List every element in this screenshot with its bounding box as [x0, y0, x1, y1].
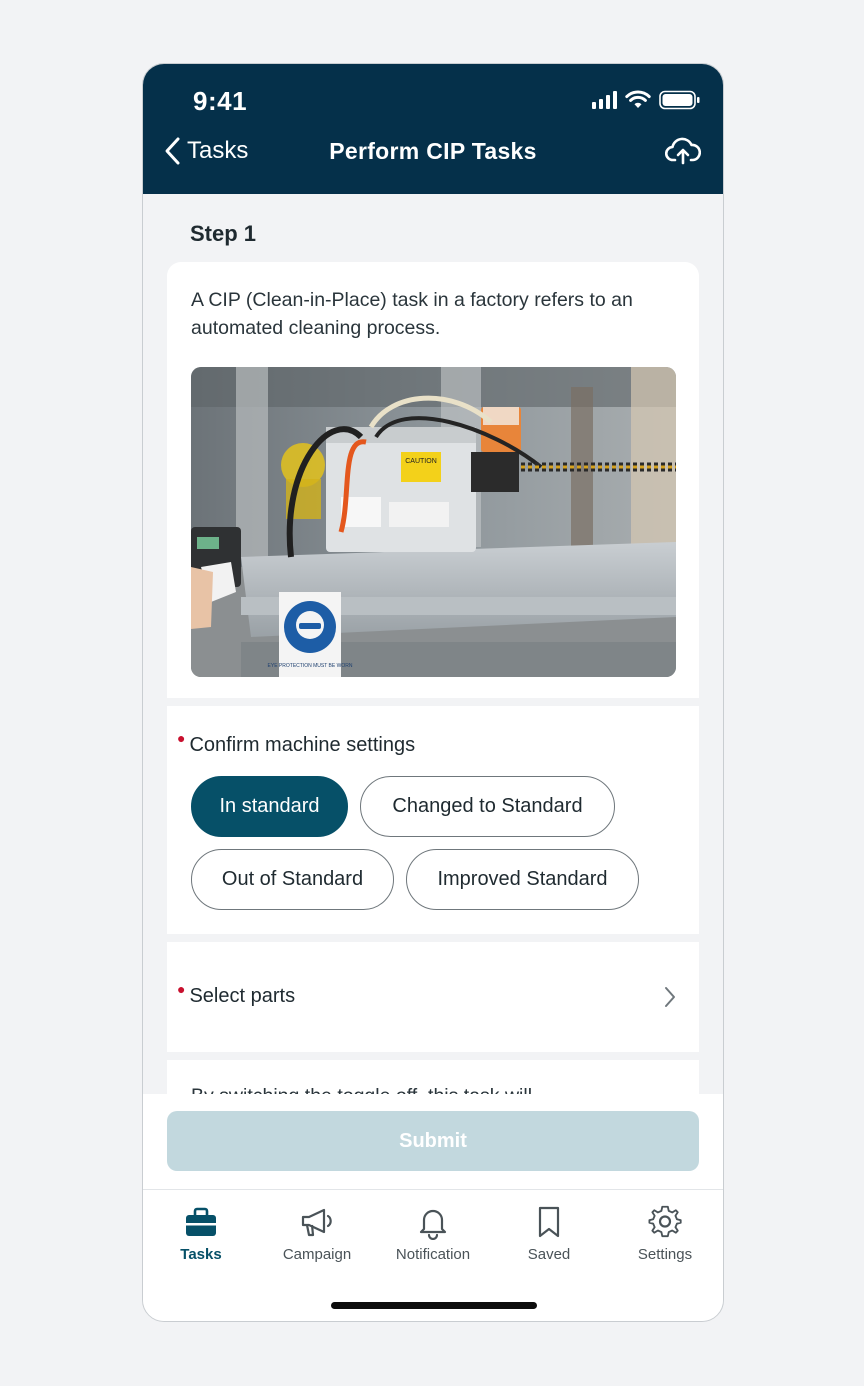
tab-settings[interactable]: Settings	[607, 1204, 723, 1263]
wifi-icon	[625, 90, 651, 108]
tab-tasks-label: Tasks	[180, 1246, 222, 1263]
submit-button[interactable]: Submit	[167, 1111, 699, 1171]
phone-frame: 9:41 Tasks Perform CIP Tasks Step 1 A CI…	[142, 63, 724, 1322]
required-indicator: ●	[177, 981, 186, 997]
bell-icon	[419, 1209, 447, 1240]
intro-card: A CIP (Clean-in-Place) task in a factory…	[167, 262, 699, 698]
tab-settings-label: Settings	[637, 1246, 693, 1263]
tab-campaign-label: Campaign	[282, 1246, 352, 1263]
status-time: 9:41	[193, 86, 248, 116]
option-out-of-standard[interactable]: Out of Standard	[191, 849, 394, 910]
confirm-settings-text: Confirm machine settings	[189, 734, 416, 756]
home-indicator	[331, 1302, 537, 1309]
required-indicator: ●	[177, 730, 186, 746]
select-parts-label: ● Select parts	[177, 981, 296, 1008]
cloud-upload-icon	[664, 137, 702, 165]
ppe-sign: EYE PROTECTION MUST BE WORN	[268, 663, 353, 669]
intro-text: A CIP (Clean-in-Place) task in a factory…	[191, 289, 633, 339]
confirm-settings-card: ● Confirm machine settings In standard Ch…	[167, 706, 699, 934]
confirm-settings-label: ● Confirm machine settings	[177, 730, 416, 757]
app-header: 9:41 Tasks Perform CIP Tasks	[143, 64, 723, 194]
signal-icon	[592, 91, 617, 109]
select-parts-text: Select parts	[189, 985, 296, 1007]
select-parts-row[interactable]: ● Select parts	[167, 942, 699, 1052]
tab-notification[interactable]: Notification	[375, 1204, 491, 1263]
tab-saved-label: Saved	[527, 1246, 571, 1263]
chevron-right-icon	[665, 987, 675, 1007]
option-in-standard[interactable]: In standard	[191, 776, 348, 837]
status-icons	[592, 90, 701, 110]
page-title: Perform CIP Tasks	[329, 138, 537, 164]
option-improved-standard[interactable]: Improved Standard	[406, 849, 639, 910]
briefcase-icon	[186, 1207, 216, 1236]
caution-sign: CAUTION	[405, 458, 437, 465]
option-changed-to-standard[interactable]: Changed to Standard	[360, 776, 615, 837]
megaphone-icon	[301, 1208, 332, 1237]
machine-photo: CAUTION EYE PROTECTION MUST BE WORN	[191, 367, 676, 677]
tab-tasks[interactable]: Tasks	[143, 1204, 259, 1263]
step-label: Step 1	[190, 221, 257, 246]
cloud-upload-button[interactable]	[664, 136, 702, 171]
submit-area: Submit	[143, 1094, 723, 1189]
tab-campaign[interactable]: Campaign	[259, 1204, 375, 1263]
battery-icon	[659, 90, 700, 110]
tab-notification-label: Notification	[395, 1246, 471, 1263]
gear-icon	[648, 1205, 682, 1238]
main-content: Step 1 A CIP (Clean-in-Place) task in a …	[143, 194, 723, 1120]
bookmark-icon	[538, 1206, 560, 1238]
tab-saved[interactable]: Saved	[491, 1204, 607, 1263]
